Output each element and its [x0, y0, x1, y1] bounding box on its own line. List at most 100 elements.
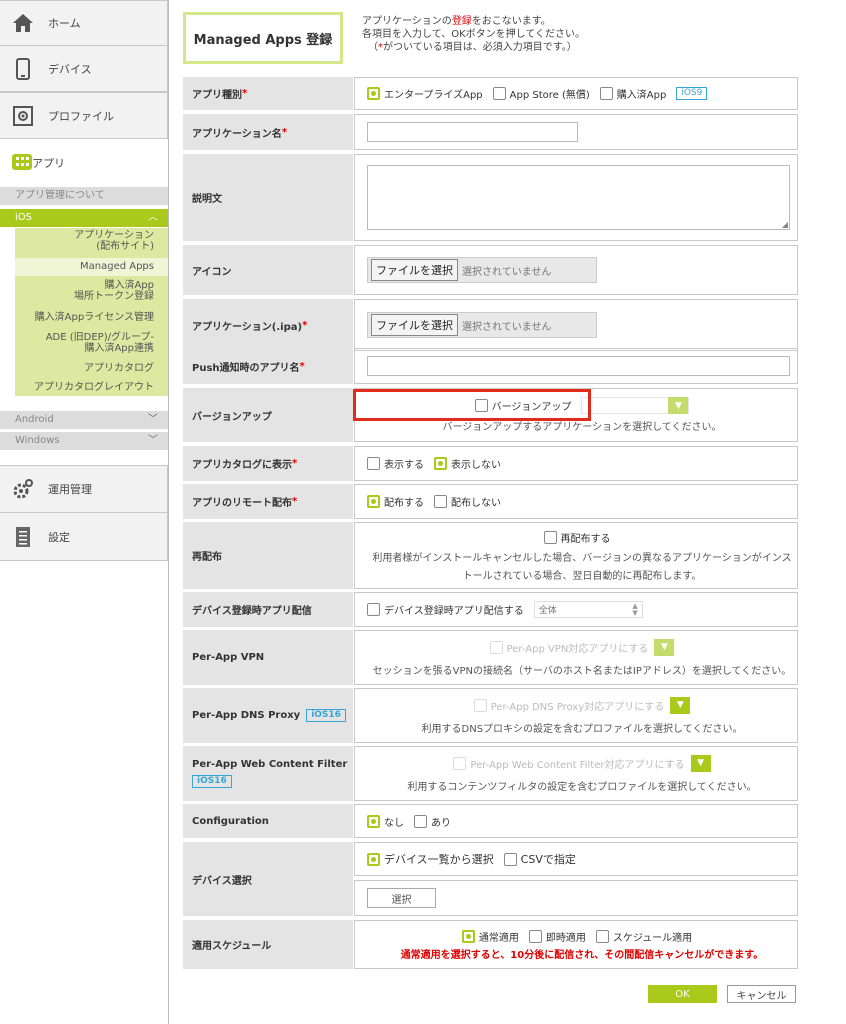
nav-settings-label: 設定 [48, 530, 70, 544]
checkbox-unchecked [543, 530, 557, 544]
nav-device[interactable]: デバイス [0, 45, 168, 92]
per-app-vpn-checkbox[interactable]: Per-App VPN対応アプリにする [489, 640, 648, 655]
version-up-select[interactable]: ▼ [581, 397, 690, 414]
catalog-show-no-radio[interactable]: 表示しない [434, 456, 501, 471]
menu-app-catalog-layout[interactable]: アプリカタログレイアウト [15, 382, 168, 394]
page-title: Managed Apps 登録 [183, 12, 343, 64]
nav-profile-label: プロファイル [48, 109, 114, 123]
menu-app-catalog[interactable]: アプリカタログ [15, 363, 168, 375]
push-name-input[interactable] [367, 356, 790, 376]
catalog-show-yes-radio[interactable]: 表示する [367, 456, 424, 471]
schedule-label: 適用スケジュール [183, 920, 353, 969]
app-name-input[interactable] [367, 122, 578, 142]
nav-app[interactable]: アプリ [0, 140, 168, 185]
menu-ade-link-line1: ADE (旧DEP)/グループ- [45, 332, 154, 343]
radio-checked [367, 852, 380, 866]
intro-line-1: アプリケーションの登録をおこないます。 [362, 15, 782, 28]
cancel-button[interactable]: キャンセル [727, 985, 796, 1003]
menu-app-distribution-line1: アプリケーション [74, 230, 154, 241]
schedule-immediate-radio[interactable]: 即時適用 [528, 929, 586, 944]
menu-vpp-token-line2: 場所トークン登録 [74, 291, 154, 302]
version-up-label: バージョンアップ [183, 388, 353, 442]
description-cell: ◢ [354, 154, 798, 241]
device-select-button-cell: 選択 [354, 880, 798, 916]
row-redist: 再配布 再配布する 利用者様がインストールキャンセルした場合、バージョンの異なる… [183, 522, 798, 589]
menu-vpp-token-line1: 購入済App [104, 280, 154, 291]
chevron-down-icon: ﹀ [148, 414, 158, 425]
icon-file-picker: ファイルを選択 選択されていません [367, 257, 597, 283]
category-ios[interactable]: iOS ︿ [0, 209, 168, 227]
dns-proxy-checkbox[interactable]: Per-App DNS Proxy対応アプリにする [473, 698, 664, 713]
ios16-badge: iOS16 [192, 775, 232, 788]
schedule-normal-radio[interactable]: 通常適用 [461, 929, 519, 944]
schedule-cell: 通常適用 即時適用 スケジュール適用 通常適用を選択すると、10分後に配信され、… [354, 920, 798, 969]
nav-settings[interactable]: 設定 [0, 512, 168, 561]
radio-unchecked [595, 929, 609, 943]
enroll-dist-cell: デバイス登録時アプリ配信する 全体 ▲ ▼ [354, 592, 798, 627]
intro-line-3: （*がついている項目は、必須入力項目です。） [362, 41, 782, 54]
ios9-badge: iOS9 [676, 87, 708, 100]
enroll-dist-select[interactable]: 全体 ▲ ▼ [533, 601, 643, 618]
menu-vpp-token[interactable]: 購入済App 場所トークン登録 [15, 280, 168, 304]
nav-home[interactable]: ホーム [0, 0, 168, 46]
schedule-options: 通常適用 即時適用 スケジュール適用 [461, 929, 702, 944]
remote-dist-no-label: 配布しない [451, 498, 501, 509]
row-content-filter: Per-App Web Content Filter iOS16 Per-App… [183, 746, 798, 801]
intro-3a: （ [368, 42, 378, 53]
dns-proxy-dropdown[interactable]: ▼ [670, 696, 691, 714]
row-catalog-show: アプリカタログに表示 * 表示する 表示しない [183, 446, 798, 481]
schedule-scheduled-label: スケジュール適用 [612, 932, 693, 944]
icon-file-button[interactable]: ファイルを選択 [371, 259, 458, 281]
configuration-label: Configuration [183, 804, 353, 838]
device-select-csv-radio[interactable]: CSVで指定 [503, 851, 576, 867]
nav-profile[interactable]: プロファイル [0, 92, 168, 139]
nav-home-label: ホーム [48, 17, 81, 30]
ipa-file-button[interactable]: ファイルを選択 [371, 314, 458, 336]
description-textarea[interactable]: ◢ [367, 165, 790, 230]
radio-unchecked [434, 495, 447, 508]
content-filter-dropdown[interactable]: ▼ [690, 754, 711, 772]
app-management-about[interactable]: アプリ管理について [0, 187, 168, 205]
schedule-scheduled-radio[interactable]: スケジュール適用 [595, 929, 693, 944]
redist-checkbox[interactable]: 再配布する [543, 530, 611, 545]
app-type-appstore-radio[interactable]: App Store (無償) [492, 86, 590, 101]
nav-operations[interactable]: 運用管理 [0, 465, 168, 513]
content-filter-checkbox[interactable]: Per-App Web Content Filter対応アプリにする [453, 756, 685, 771]
menu-managed-apps[interactable]: Managed Apps [15, 258, 168, 276]
radio-unchecked [367, 457, 380, 470]
app-type-enterprise-radio[interactable]: エンタープライズApp [367, 86, 483, 101]
remote-dist-no-radio[interactable]: 配布しない [434, 494, 501, 509]
per-app-vpn-note: セッションを張るVPNの接続名（サーバのホスト名またはIPアドレス）を選択してく… [372, 665, 792, 677]
app-type-options: エンタープライズApp App Store (無償) 購入済App iOS9 [354, 77, 798, 110]
app-type-purchased-radio[interactable]: 購入済App [599, 86, 666, 101]
category-windows[interactable]: Windows ﹀ [0, 432, 168, 450]
configuration-yes-radio[interactable]: あり [414, 814, 451, 829]
catalog-show-yes-label: 表示する [384, 460, 424, 471]
category-android-label: Android [15, 414, 54, 425]
row-push-name: Push通知時のアプリ名 * [183, 348, 798, 384]
configuration-none-radio[interactable]: なし [367, 814, 404, 829]
menu-vpp-license[interactable]: 購入済Appライセンス管理 [15, 312, 168, 324]
enroll-dist-checkbox[interactable]: デバイス登録時アプリ配信する [367, 602, 524, 617]
menu-app-distribution[interactable]: アプリケーション (配布サイト) [15, 230, 168, 256]
device-select-button[interactable]: 選択 [367, 888, 436, 908]
row-remote-dist: アプリのリモート配布 * 配布する 配布しない [183, 484, 798, 519]
remote-dist-label: アプリのリモート配布 * [183, 484, 353, 519]
per-app-vpn-dropdown[interactable]: ▼ [654, 638, 675, 656]
row-enroll-dist: デバイス登録時アプリ配信 デバイス登録時アプリ配信する 全体 ▲ ▼ [183, 592, 798, 627]
menu-ade-link-line2: 購入済App連携 [84, 343, 154, 354]
device-select-csv-label: CSVで指定 [520, 853, 576, 866]
radio-unchecked [599, 87, 613, 100]
device-select-list-radio[interactable]: デバイス一覧から選択 [367, 851, 494, 867]
gear-icon [12, 478, 34, 500]
radio-checked [367, 814, 380, 828]
push-name-label: Push通知時のアプリ名 * [183, 348, 353, 384]
intro-1c: をおこないます。 [471, 16, 551, 27]
icon-label: アイコン [183, 245, 353, 295]
row-dns-proxy: Per-App DNS Proxy iOS16 Per-App DNS Proxy… [183, 688, 798, 743]
per-app-vpn-controls: Per-App VPN対応アプリにする ▼ [489, 638, 675, 656]
category-android[interactable]: Android ﹀ [0, 411, 168, 429]
remote-dist-yes-radio[interactable]: 配布する [367, 494, 424, 509]
menu-ade-link[interactable]: ADE (旧DEP)/グループ- 購入済App連携 [15, 332, 168, 356]
ok-button[interactable]: OK [648, 985, 717, 1003]
